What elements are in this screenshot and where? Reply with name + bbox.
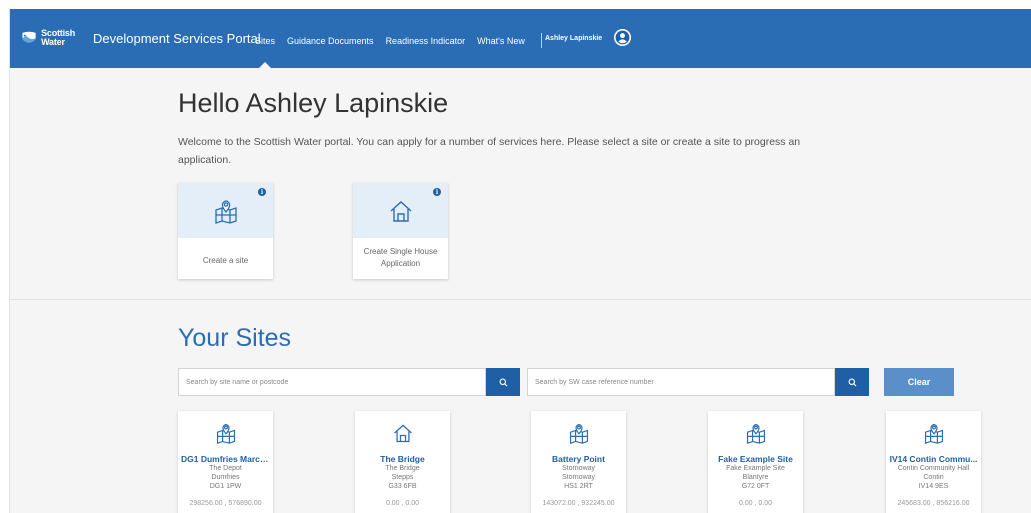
site-address-line: The Depot [209,465,242,472]
site-card[interactable]: The Bridge The Bridge Stepps G33 6FB 0.0… [355,411,450,513]
user-name[interactable]: Ashley Lapinskie [545,35,602,42]
top-navigation-bar: Scottish Water Development Services Port… [10,9,1031,69]
site-name: Battery Point [552,454,605,464]
create-site-card[interactable]: i Create a site [178,183,273,279]
site-address-line: Contin Community Hall [897,465,970,472]
main-nav: Sites Guidance Documents Readiness Indic… [255,33,556,69]
site-map-icon [924,423,943,444]
site-map-icon [214,199,237,224]
site-name: The Bridge [380,454,425,464]
case-reference-search: Search by SW case reference number [527,368,869,396]
logo-text-water: Water [41,37,65,47]
site-coordinates: 0.00 , 0.00 [738,500,773,507]
case-reference-search-input[interactable]: Search by SW case reference number [527,368,835,396]
nav-guidance-documents[interactable]: Guidance Documents [287,36,374,46]
create-house-label: Create Single House Application [363,247,438,268]
nav-whats-new[interactable]: What's New [477,36,525,46]
nav-sites[interactable]: Sites [255,36,275,69]
site-town: Dumfries [211,474,240,481]
site-map-icon [216,423,235,444]
site-map-icon [569,423,588,444]
section-divider [10,299,1031,300]
logo-wordmark: Scottish Water [41,29,75,47]
info-icon[interactable]: i [433,188,441,196]
site-coordinates: 245683.00 , 856216.00 [897,500,970,507]
site-postcode: G72 0FT [741,483,770,490]
site-card[interactable]: DG1 Dumfries March... The Depot Dumfries… [178,411,273,513]
scottish-water-drop-icon [22,31,36,43]
site-name: DG1 Dumfries March... [181,454,273,464]
site-name-search-button[interactable] [486,368,520,396]
portal-title[interactable]: Development Services Portal [93,31,261,46]
site-postcode: G33 6FB [388,483,417,490]
your-sites-heading: Your Sites [178,324,292,352]
clear-button[interactable]: Clear [884,368,954,396]
site-name-search-input[interactable]: Search by site name or postcode [178,368,486,396]
site-postcode: HS1 2RT [564,483,593,490]
search-icon [848,378,856,386]
create-single-house-card[interactable]: i Create Single House Application [353,183,448,279]
site-town: Blantyre [742,474,769,481]
scottish-water-logo[interactable]: Scottish Water [21,25,75,51]
site-coordinates: 143072.00 , 932245.00 [542,500,615,507]
create-site-label: Create a site [202,256,249,265]
site-card[interactable]: IV14 Contin Commu... Contin Community Ha… [886,411,981,513]
site-town: Stepps [391,474,414,481]
greeting-heading: Hello Ashley Lapinskie [178,88,449,118]
house-icon [390,200,411,222]
nav-separator [540,33,542,48]
site-address-line: Stornoway [561,465,596,472]
nav-readiness-indicator[interactable]: Readiness Indicator [386,36,466,46]
user-avatar-icon[interactable] [613,28,632,47]
search-icon [499,378,507,386]
site-card[interactable]: Battery Point Stornoway Stornoway HS1 2R… [531,411,626,513]
site-town: Stornoway [561,474,596,481]
info-icon[interactable]: i [258,188,266,196]
site-name-search: Search by site name or postcode [178,368,520,396]
portal-page: Scottish Water Development Services Port… [9,9,1031,513]
house-icon [393,424,412,443]
welcome-text: Welcome to the Scottish Water portal. Yo… [178,136,801,166]
site-postcode: DG1 1PW [209,483,242,490]
site-map-icon [746,423,765,444]
site-address-line: Fake Example Site [726,465,785,472]
site-postcode: IV14 9ES [918,483,949,490]
site-coordinates: 298256.00 , 576890.00 [189,500,262,507]
site-town: Contin [923,474,944,481]
site-coordinates: 0.00 , 0.00 [385,500,420,507]
site-address-line: The Bridge [385,465,420,472]
case-reference-search-button[interactable] [835,368,869,396]
site-name: Fake Example Site [718,454,793,464]
site-card[interactable]: Fake Example Site Fake Example Site Blan… [708,411,803,513]
site-name: IV14 Contin Commu... [889,454,978,464]
